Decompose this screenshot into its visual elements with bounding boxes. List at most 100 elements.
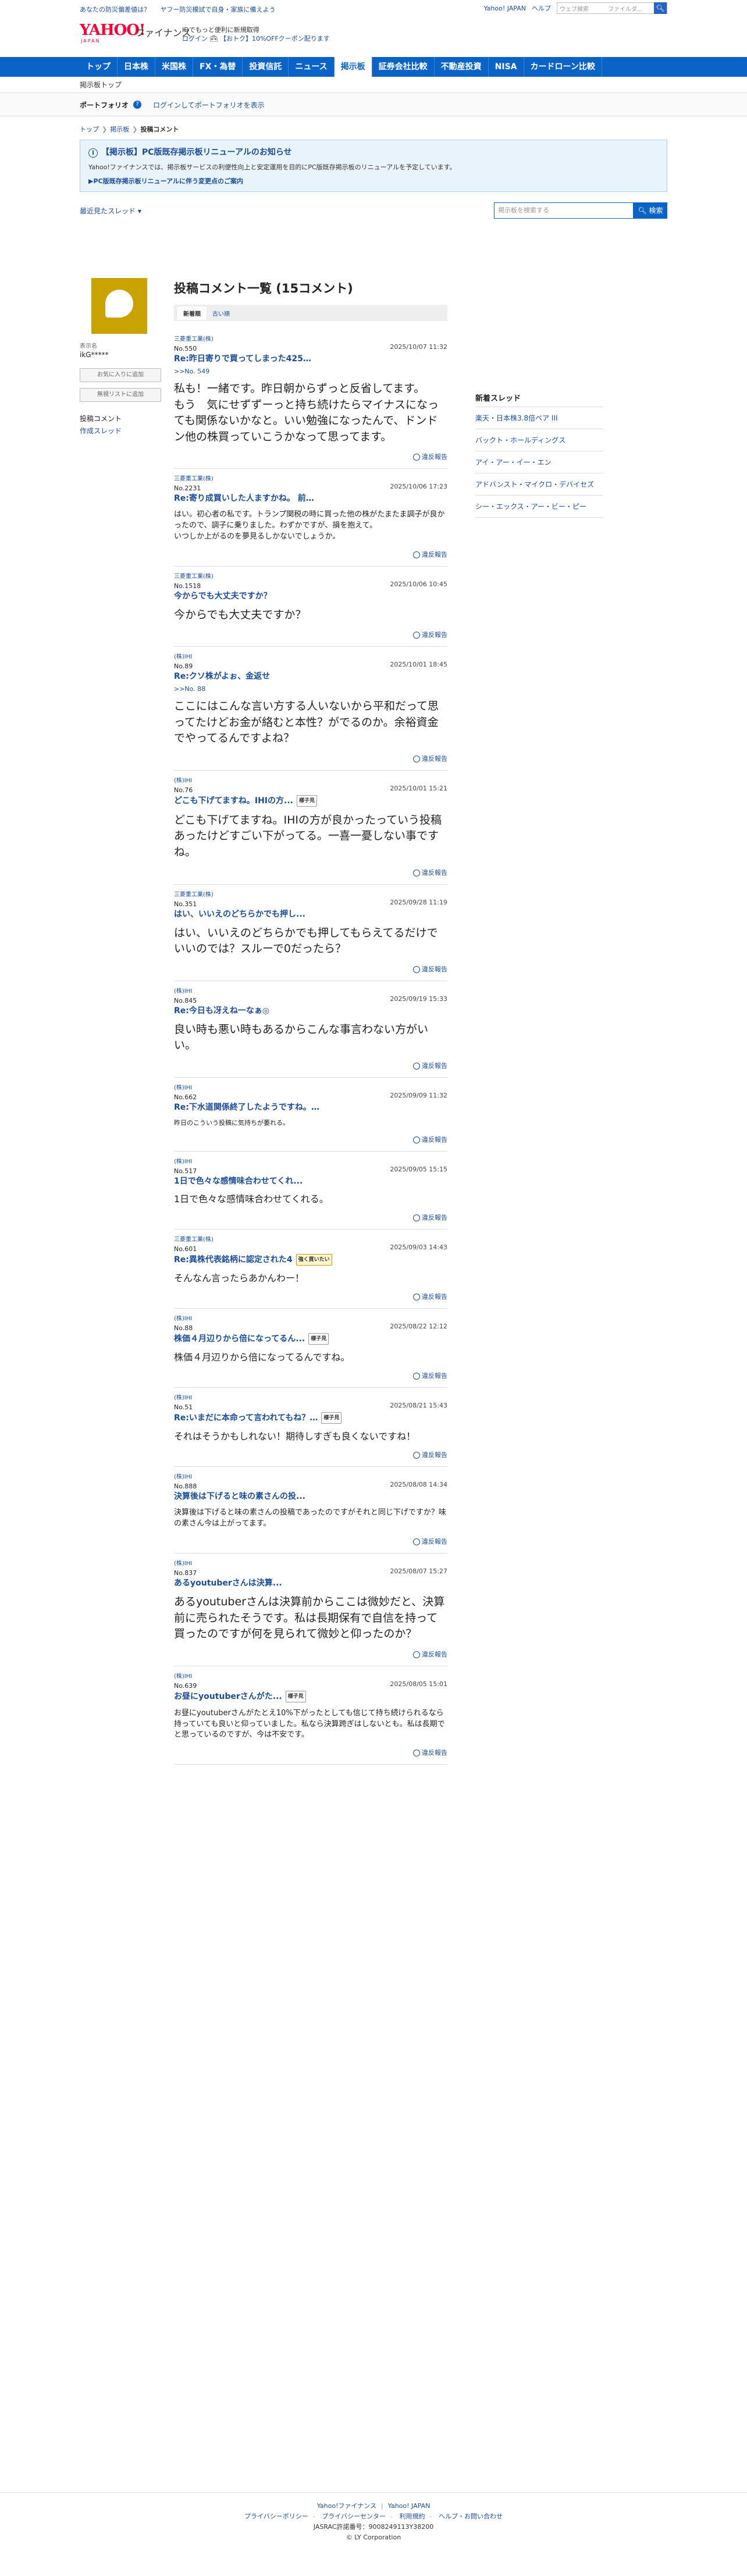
promo-link-2[interactable]: ヤフー防災模試で自身・家族に備えよう [161,6,276,13]
post-title-link[interactable]: 今からでも大丈夫ですか？ [174,591,447,601]
report-button[interactable]: 違反報告 [174,1371,447,1380]
recent-threads-dropdown[interactable]: 最近見たスレッド ▾ [80,206,141,216]
post-title-link[interactable]: Re:いまだに本命って言われてもね？… 様子見 [174,1412,447,1424]
login-link[interactable]: ログイン [182,35,208,42]
post-title-link[interactable]: はい、いいえのどちらかでも押し... [174,909,447,920]
post-company-link[interactable]: (株)IHI [174,1671,447,1680]
post-title-link[interactable]: どこも下げてますね。IHIの方... 様子見 [174,794,447,807]
help-link[interactable]: ヘルプ [532,3,551,13]
report-button[interactable]: 違反報告 [174,1450,447,1459]
footer-help-link[interactable]: ヘルプ・お問い合わせ [439,2513,503,2520]
footer-privacy-center-link[interactable]: プライバシーセンター [322,2513,386,2520]
folder-select[interactable]: ファイルダ... [606,4,654,13]
post-company-link[interactable]: 三菱重工業(株) [174,571,447,580]
add-favorite-button[interactable]: お気に入りに追加 [80,368,161,382]
nav-item-9[interactable]: NISA [489,57,524,77]
nav-item-0[interactable]: トップ [80,57,118,77]
footer-terms-link[interactable]: 利用規約 [400,2513,425,2520]
post-company-link[interactable]: (株)IHI [174,1392,447,1401]
post-company-link[interactable]: (株)IHI [174,1558,447,1567]
breadcrumb-top[interactable]: トップ [80,126,99,133]
footer-privacy-link[interactable]: プライバシーポリシー [244,2513,308,2520]
tab-newest[interactable]: 新着順 [177,306,207,320]
post-company-link[interactable]: (株)IHI [174,1156,447,1165]
post-title-link[interactable]: Re:下水道関係終了したようですね。… [174,1102,447,1113]
board-search-input[interactable]: 掲示板を検索する [494,202,634,219]
report-icon [413,1452,420,1459]
nav-item-6[interactable]: 掲示板 [334,57,372,77]
report-button[interactable]: 違反報告 [174,1061,447,1070]
post-company-link[interactable]: (株)IHI [174,1313,447,1322]
post-company-link[interactable]: (株)IHI [174,1472,447,1480]
report-button[interactable]: 違反報告 [174,1292,447,1301]
post-title-link[interactable]: 株価４月辺りから倍になってるん... 様子見 [174,1333,447,1345]
post-title-link[interactable]: Re:クソ株がよぉ、金返せ [174,671,447,682]
breadcrumb-board[interactable]: 掲示板 [110,126,129,133]
reply-link[interactable]: >>No. 88 [174,685,447,693]
portfolio-login-link[interactable]: ログインしてポートフォリオを表示 [153,100,265,110]
post-title-link[interactable]: Re:異株代表銘柄に認定された4 強く買いたい [174,1253,447,1266]
post-company-link[interactable]: (株)IHI [174,651,447,660]
post-company-link[interactable]: (株)IHI [174,775,447,784]
report-button[interactable]: 違反報告 [174,1135,447,1144]
notice-link[interactable]: ▶PC版既存掲示板リニューアルに伴う変更点のご案内 [88,176,659,186]
post-title-link[interactable]: Re:今日も冴えね一なぁ◎ [174,1006,447,1016]
report-button[interactable]: 違反報告 [174,868,447,877]
reply-link[interactable]: >>No. 549 [174,368,447,375]
yahoo-japan-link[interactable]: Yahoo! JAPAN [483,5,526,12]
nav-item-8[interactable]: 不動産投資 [435,57,489,77]
new-thread-link[interactable]: バックト・ホールディングス [475,429,603,451]
report-button[interactable]: 違反報告 [174,550,447,559]
report-button[interactable]: 違反報告 [174,452,447,461]
coupon-link[interactable]: 【おトク】10%OFFクーポン配ります [220,35,330,42]
report-button[interactable]: 違反報告 [174,1537,447,1546]
report-button[interactable]: 違反報告 [174,754,447,763]
new-thread-link[interactable]: アイ・アー・イー・エン [475,451,603,473]
report-button[interactable]: 違反報告 [174,1213,447,1222]
footer-finance-link[interactable]: Yahoo!ファイナンス [317,2502,376,2510]
post-title-link[interactable]: あるyoutuberさんは決算... [174,1578,447,1588]
post-title-link[interactable]: 決算後は下げると味の素さんの投... [174,1491,447,1502]
nav-item-7[interactable]: 証券会社比較 [372,57,435,77]
report-button[interactable]: 違反報告 [174,630,447,639]
post-company-link[interactable]: 三菱重工業(株) [174,334,447,343]
report-button[interactable]: 違反報告 [174,1748,447,1757]
footer-yahoo-link[interactable]: Yahoo! JAPAN [388,2502,431,2510]
menu-threads-link[interactable]: 作成スレッド [80,426,161,436]
report-label: 違反報告 [422,754,447,763]
nav-item-10[interactable]: カードローン比較 [524,57,602,77]
post-title-link[interactable]: お昼にyoutuberさんがた... 様子見 [174,1690,447,1702]
signup-link[interactable]: IDでもっと便利に新規取得 [182,26,330,34]
board-top-link[interactable]: 掲示板トップ [80,81,122,89]
yahoo-logo[interactable]: YAHOO! JAPAN [80,22,145,49]
report-button[interactable]: 違反報告 [174,1649,447,1659]
post-company-link[interactable]: (株)IHI [174,986,447,995]
board-search-button[interactable]: 🔍︎ 検索 [634,202,667,219]
search-icon[interactable]: 🔍︎ [654,2,667,14]
nav-item-2[interactable]: 米国株 [155,57,193,77]
post-company-link[interactable]: (株)IHI [174,1082,447,1091]
nav-item-3[interactable]: FX・為替 [193,57,243,77]
tab-oldest[interactable]: 古い順 [207,307,236,320]
post-title-link[interactable]: Re:昨日寄りで買ってしまった425… [174,354,447,364]
nav-item-1[interactable]: 日本株 [118,57,155,77]
post-title-link[interactable]: Re:寄り成買いした人ますかね。 前… [174,493,447,504]
post-company-link[interactable]: 三菱重工業(株) [174,473,447,482]
report-icon [413,1214,420,1221]
promo-link-1[interactable]: あなたの防災偏差値は？ [80,6,150,13]
nav-item-4[interactable]: 投資信託 [243,57,289,77]
new-thread-link[interactable]: シー・エックス・アー・ビー・ピー [475,496,603,518]
post-company-link[interactable]: 三菱重工業(株) [174,889,447,898]
new-thread-link[interactable]: 楽天・日本株3.8倍ベア III [475,407,603,429]
new-thread-link[interactable]: アドバンスト・マイクロ・デバイセズ [475,473,603,496]
nav-item-5[interactable]: ニュース [289,57,335,77]
post-title-link[interactable]: 1日で色々な感情味合わせてくれ... [174,1176,447,1187]
report-button[interactable]: 違反報告 [174,964,447,974]
post-company-link[interactable]: 三菱重工業(株) [174,1234,447,1243]
footer-divider: - [312,2513,315,2520]
notice-title[interactable]: 【掲示板】PC版既存掲示板リニューアルのお知らせ [101,148,292,157]
help-icon[interactable]: ? [133,101,142,109]
post-body: そんなん言ったらあかんわー！ [174,1272,305,1284]
web-search-input[interactable]: ウェブ検索 [557,4,606,13]
add-ignore-button[interactable]: 無視リストに追加 [80,388,161,402]
